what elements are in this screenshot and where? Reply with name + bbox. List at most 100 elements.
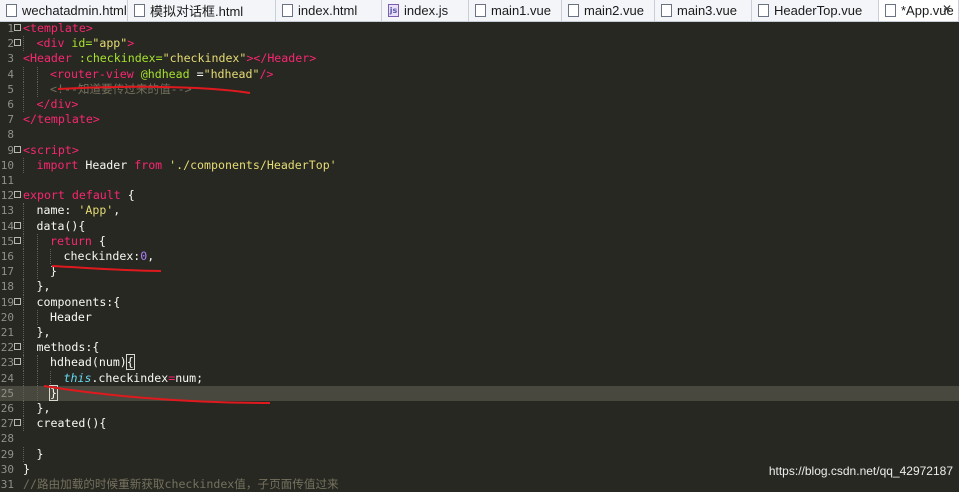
fold-toggle-icon[interactable] [14,145,21,153]
code-token: }, [36,401,51,415]
code-line[interactable]: 9 <script> [0,143,959,158]
code-line[interactable]: 18}, [0,279,959,295]
code-text: name: 'App', [37,203,121,218]
code-text: components:{ [37,295,121,310]
code-line[interactable]: 2 <div id="app"> [0,36,959,52]
code-token: /> [259,66,274,81]
code-line[interactable]: 25} [0,384,959,401]
code-token: { [91,233,106,248]
code-line[interactable]: 31 //路由加载的时候重新获取checkindex值，子页面传值过来 [0,477,959,492]
html-file-icon [134,4,145,17]
code-line[interactable]: 11 [0,173,959,188]
fold-toggle-icon[interactable] [14,343,21,351]
indent-guide [36,385,38,401]
tab-label: index.js [404,3,449,18]
code-token: <script> [23,142,79,157]
fold-toggle-icon[interactable] [14,297,21,305]
code-line[interactable]: 10 import Header from './components/Heade… [0,157,959,173]
tab-8[interactable]: *App.vue ✕ [879,0,959,21]
close-icon[interactable]: ✕ [942,2,952,16]
html-file-icon [6,4,17,17]
code-line[interactable]: 19 components:{ [0,294,959,310]
fold-toggle-icon[interactable] [14,39,21,47]
code-token: { [125,354,135,371]
code-line[interactable]: 6 </div> [0,97,959,113]
code-line[interactable]: 13 name: 'App', [0,203,959,219]
code-token: = [189,66,204,81]
code-line[interactable]: 29} [0,446,959,462]
code-line[interactable]: 24 this.checkindex=num; [0,370,959,386]
line-number: 31 [0,478,14,491]
line-number: 20 [0,310,14,324]
indent-guide [36,81,38,97]
code-token: { [120,188,135,203]
code-token: Header [50,309,92,324]
code-line[interactable]: 27 created(){ [0,416,959,432]
line-number: 19 [0,295,14,309]
fold-toggle-icon[interactable] [14,221,21,229]
tab-label: main1.vue [491,3,551,18]
code-text: created(){ [37,416,107,431]
code-line[interactable]: 8 [0,127,959,142]
editor-tab-bar: wechatadmin.html 模拟对话框.html index.html js in… [0,0,959,22]
indent-guide [36,370,38,386]
line-number: 23 [0,356,14,370]
fold-toggle-icon[interactable] [14,24,21,31]
code-line[interactable]: 4 <router-view @hdhead ="hdhead"/> [0,66,959,82]
indent-guide [23,81,24,97]
code-line[interactable]: 17} [0,264,959,280]
code-line[interactable]: 16 checkindex:0, [0,249,959,265]
code-line[interactable]: 26}, [0,401,959,417]
indent-guide [23,249,24,265]
code-line[interactable]: 14 data(){ [0,218,959,234]
code-text: data(){ [37,219,86,234]
tab-6[interactable]: main3.vue [655,0,752,21]
vue-file-icon [475,4,486,17]
code-line[interactable]: 23 hdhead(num){ [0,354,959,371]
tab-0[interactable]: wechatadmin.html [0,0,128,21]
indent-guide [23,36,24,52]
tab-4[interactable]: main1.vue [469,0,562,21]
tab-label: 模拟对话框.html [150,4,244,19]
indent-guide [23,66,24,82]
fold-toggle-icon[interactable] [14,419,21,427]
indent-guide [23,309,24,325]
tab-1[interactable]: 模拟对话框.html [128,0,276,21]
fold-toggle-icon[interactable] [14,358,21,366]
tab-7[interactable]: HeaderTop.vue [752,0,879,21]
code-text: </div> [37,97,79,112]
code-line[interactable]: 3 <Header :checkindex="checkindex"></Head… [0,51,959,66]
tab-5[interactable]: main2.vue [562,0,655,21]
indent-guide [23,294,24,310]
tab-label: main3.vue [677,3,737,18]
code-line[interactable]: 15 return { [0,233,959,249]
code-line[interactable]: 21}, [0,325,959,341]
code-text: Header [50,310,92,325]
code-line[interactable]: 5 <!--知道要传过来的值--> [0,81,959,97]
code-text: } [37,447,44,462]
code-editor[interactable]: 1 <template> 2 <div id="app"> 3 <Header :chec… [0,21,959,491]
code-line[interactable]: 12 export default { [0,188,959,203]
code-token: from [134,157,163,172]
fold-toggle-icon[interactable] [14,191,21,199]
code-line[interactable]: 22 methods:{ [0,340,959,356]
tab-3[interactable]: js index.js [382,0,469,21]
code-text: }, [37,401,51,416]
tab-2[interactable]: index.html [276,0,382,21]
fold-toggle-icon[interactable] [14,236,21,244]
code-token: <div [36,36,65,51]
code-token: } [50,264,57,279]
code-line[interactable]: 20 Header [0,309,959,325]
code-text: hdhead(num){ [50,354,135,371]
tab-label: wechatadmin.html [22,3,127,18]
code-token: "checkindex" [162,51,247,66]
code-line[interactable]: 7 </template> [0,112,959,127]
line-number: 4 [7,67,14,81]
code-text: </template> [23,112,100,127]
code-line[interactable]: 1 <template> [0,21,959,36]
code-line[interactable]: 28 [0,431,959,446]
line-number: 30 [0,462,14,476]
code-token: name: [36,203,79,218]
